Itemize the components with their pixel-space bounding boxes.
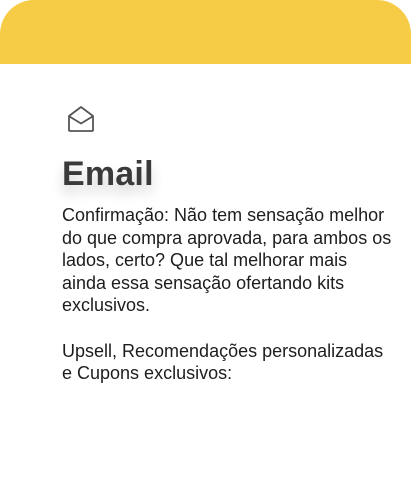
card-content: Email Confirmação: Não tem sensação melh… xyxy=(62,104,392,385)
card-top-band xyxy=(0,0,411,64)
offers-paragraph: Upsell, Recomendações personalizadas e C… xyxy=(62,340,384,384)
card-title: Email xyxy=(62,155,154,193)
channel-card: Email Confirmação: Não tem sensação melh… xyxy=(0,0,411,500)
envelope-open-icon xyxy=(66,104,96,134)
description-paragraph: Confirmação: Não tem sensação melhor do … xyxy=(62,205,392,315)
